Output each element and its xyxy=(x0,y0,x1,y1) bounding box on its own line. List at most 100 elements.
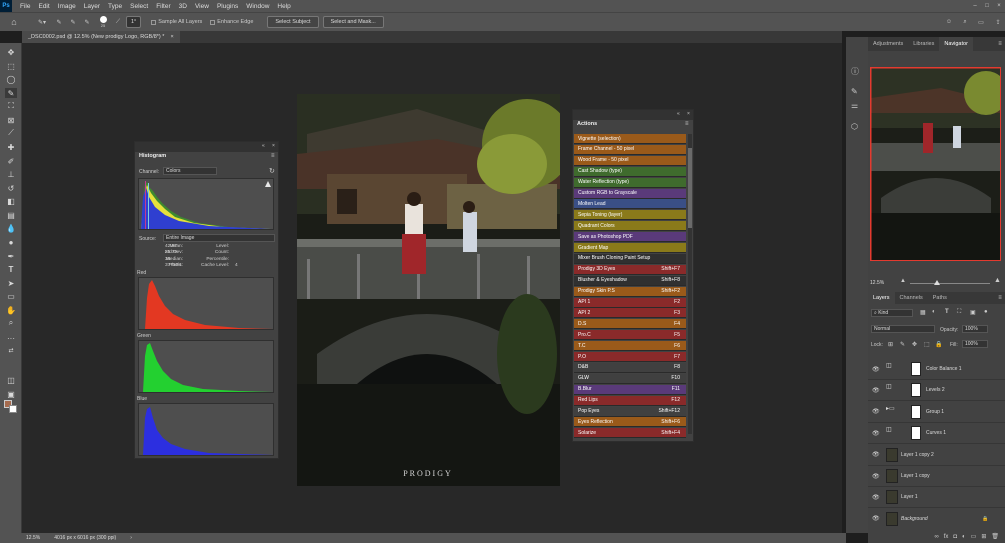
collapse-icon[interactable]: « xyxy=(262,143,265,149)
minimize-icon[interactable]: – xyxy=(969,3,981,9)
brush-tool-icon[interactable]: ✐ xyxy=(5,156,17,166)
layer-row[interactable]: 👁 Background 🔒 xyxy=(868,509,1005,528)
tab-adjustments[interactable]: Adjustments xyxy=(868,41,908,47)
document-close-icon[interactable]: × xyxy=(170,34,173,40)
history-brush-icon[interactable]: ↺ xyxy=(5,183,17,193)
layer-mask-thumbnail[interactable] xyxy=(911,383,921,398)
new-layer-icon[interactable]: ⊞ xyxy=(981,533,986,540)
visibility-eye-icon[interactable]: 👁 xyxy=(872,515,880,522)
action-item[interactable]: Gradient Map xyxy=(574,243,686,253)
screen-mode-icon[interactable]: ▣ xyxy=(5,389,17,399)
frame-tool-icon[interactable]: ⊠ xyxy=(5,115,17,125)
source-select[interactable]: Entire Image xyxy=(163,234,275,242)
type-tool-icon[interactable]: T xyxy=(5,264,17,274)
panel-menu-icon[interactable]: ≡ xyxy=(995,295,1005,301)
healing-tool-icon[interactable]: ✚ xyxy=(5,142,17,152)
path-selection-icon[interactable]: ➤ xyxy=(5,278,17,288)
action-item[interactable]: Frame Channel - 50 pixel xyxy=(574,144,686,155)
action-item[interactable]: GLW F10 xyxy=(574,373,686,384)
maximize-icon[interactable]: □ xyxy=(981,3,993,9)
angle-field[interactable]: 1° xyxy=(126,16,142,28)
subtract-selection-icon[interactable]: ✎ xyxy=(82,19,92,26)
link-layers-icon[interactable]: ∞ xyxy=(934,534,938,540)
blend-mode-select[interactable]: Normal xyxy=(871,325,935,333)
channel-select[interactable]: Colors xyxy=(163,167,217,175)
action-item[interactable]: Eyes Reflection Shift+F6 xyxy=(574,417,686,428)
tab-libraries[interactable]: Libraries xyxy=(908,41,939,47)
layer-row[interactable]: 👁 ◫ Curves 1 xyxy=(868,423,1005,445)
menu-edit[interactable]: Edit xyxy=(34,3,53,10)
action-item[interactable]: Custom RGB to Grayscale xyxy=(574,188,686,199)
brush-preset-icon[interactable]: 25 xyxy=(96,16,110,28)
opacity-field[interactable]: 100% xyxy=(962,325,988,333)
zoom-out-icon[interactable]: ▲ xyxy=(900,278,906,284)
status-arrow-icon[interactable]: › xyxy=(130,535,132,541)
action-item[interactable]: Wood Frame - 50 pixel xyxy=(574,155,686,166)
action-item[interactable]: Sepia Toning (layer) xyxy=(574,210,686,221)
menu-view[interactable]: View xyxy=(191,3,213,10)
eraser-tool-icon[interactable]: ◧ xyxy=(5,196,17,206)
refresh-icon[interactable]: ↻ xyxy=(269,167,275,175)
tab-channels[interactable]: Channels xyxy=(895,295,928,301)
action-item[interactable]: Mixer Brush Cloning Paint Setup xyxy=(574,253,686,264)
action-item[interactable]: API 1 F2 xyxy=(574,297,686,308)
delete-layer-icon[interactable]: 🗑 xyxy=(991,533,999,540)
layer-row[interactable]: 👁 ◫ Levels 2 xyxy=(868,380,1005,402)
action-item[interactable]: Vignette (selection) xyxy=(574,134,686,144)
visibility-eye-icon[interactable]: 👁 xyxy=(872,430,880,437)
collapse-icon[interactable]: « xyxy=(677,111,680,117)
select-subject-button[interactable]: Select Subject xyxy=(267,16,319,28)
eyedropper-tool-icon[interactable]: ⟋ xyxy=(5,128,17,138)
layer-filter-kind[interactable]: ⌕ Kind xyxy=(871,309,913,317)
lock-pixels-icon[interactable]: ✎ xyxy=(900,341,905,348)
layer-style-icon[interactable]: fx xyxy=(944,534,949,540)
more-tools-icon[interactable]: ··· xyxy=(5,333,17,343)
background-color-swatch[interactable] xyxy=(9,405,17,413)
panel-menu-icon[interactable]: ≡ xyxy=(995,41,1005,47)
photoshop-logo[interactable]: Ps xyxy=(0,0,12,12)
visibility-eye-icon[interactable]: 👁 xyxy=(872,408,880,415)
close-icon[interactable]: × xyxy=(993,3,1005,9)
action-item[interactable]: D.S F4 xyxy=(574,319,686,330)
rectangle-tool-icon[interactable]: ▭ xyxy=(5,291,17,301)
menu-help[interactable]: Help xyxy=(273,3,294,10)
action-item[interactable]: Blusher & Eyeshadow Shift+F8 xyxy=(574,275,686,286)
panel-menu-icon[interactable]: ≡ xyxy=(685,121,689,127)
new-adjustment-icon[interactable]: ◐ xyxy=(962,534,966,540)
action-item[interactable]: Water Reflection (type) xyxy=(574,177,686,188)
action-item[interactable]: Molten Lead xyxy=(574,199,686,210)
action-item[interactable]: P.O F7 xyxy=(574,352,686,362)
workspace-icon[interactable]: ▭ xyxy=(975,19,987,26)
hand-tool-icon[interactable]: ✋ xyxy=(5,305,17,315)
action-item[interactable]: B.Blur F11 xyxy=(574,384,686,395)
filter-toggle-icon[interactable]: ● xyxy=(984,309,988,315)
share-icon[interactable]: ☺ xyxy=(943,19,955,25)
action-item[interactable]: Quadrant Colors xyxy=(574,221,686,232)
document-image[interactable]: PRODIGY xyxy=(297,94,560,486)
menu-layer[interactable]: Layer xyxy=(80,3,104,10)
visibility-eye-icon[interactable]: 👁 xyxy=(872,494,880,501)
brush-settings-icon[interactable]: ✎ xyxy=(851,87,858,96)
actions-scrollbar[interactable] xyxy=(688,134,692,434)
lock-transparent-icon[interactable]: ⊞ xyxy=(888,341,893,348)
swap-colors-icon[interactable]: ⇄ xyxy=(5,345,17,355)
layer-mask-thumbnail[interactable] xyxy=(911,362,921,376)
share-export-icon[interactable]: ⇪ xyxy=(991,19,1005,26)
quick-mask-icon[interactable]: ◫ xyxy=(5,375,17,385)
menu-filter[interactable]: Filter xyxy=(152,3,174,10)
layer-mask-thumbnail[interactable] xyxy=(911,426,921,441)
action-item[interactable]: Pop Eyes Shift+F12 xyxy=(574,406,686,417)
tab-paths[interactable]: Paths xyxy=(928,295,952,301)
lock-artboard-icon[interactable]: ⬚ xyxy=(924,341,930,348)
lock-all-icon[interactable]: 🔒 xyxy=(935,341,942,348)
enhance-edge-checkbox[interactable]: Enhance Edge xyxy=(210,19,253,25)
info-icon[interactable]: ⓘ xyxy=(851,66,859,77)
filter-adjustment-icon[interactable]: ◐ xyxy=(932,309,936,315)
menu-image[interactable]: Image xyxy=(54,3,80,10)
filter-pixel-icon[interactable]: ▦ xyxy=(920,309,926,316)
move-tool-icon[interactable]: ✥ xyxy=(5,47,17,57)
visibility-eye-icon[interactable]: 👁 xyxy=(872,473,880,480)
layer-mask-thumbnail[interactable] xyxy=(911,404,921,419)
action-item[interactable]: Pro.C F5 xyxy=(574,330,686,341)
menu-select[interactable]: Select xyxy=(126,3,152,10)
